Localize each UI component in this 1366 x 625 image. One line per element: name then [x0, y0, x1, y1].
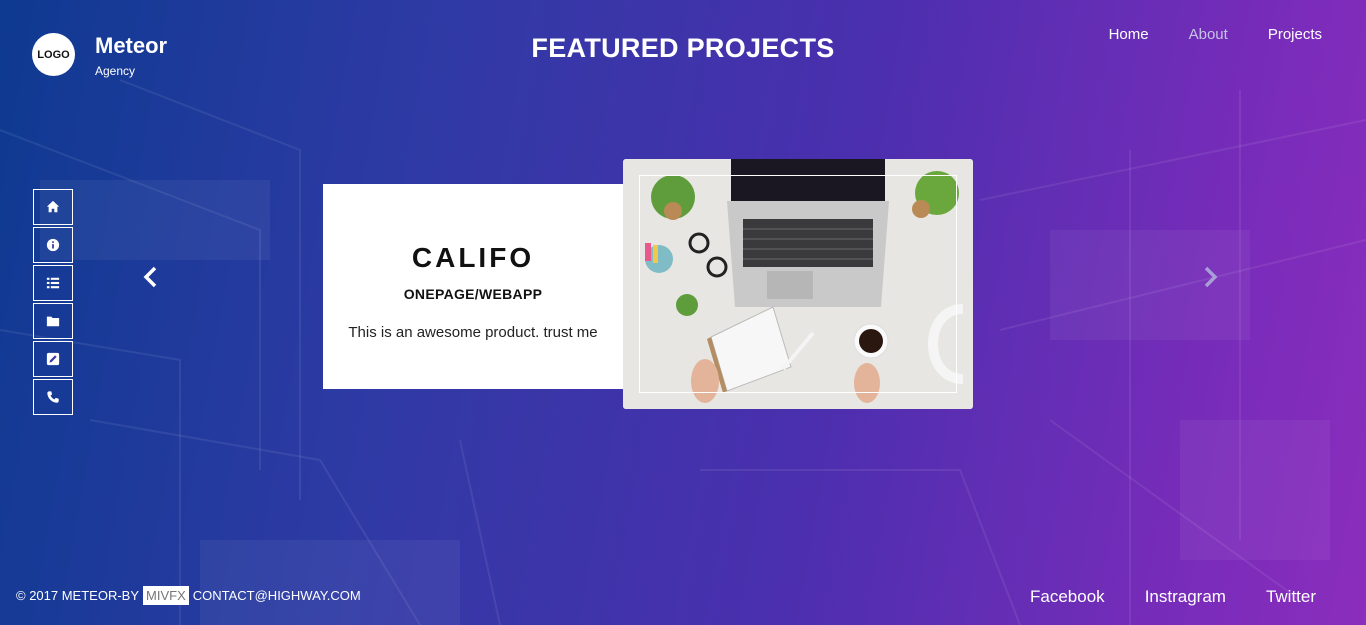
project-description: This is an awesome product. trust me	[348, 324, 598, 341]
footer-credits: © 2017 METEOR-BY MIVFX CONTACT@HIGHWAY.C…	[16, 586, 361, 605]
list-icon	[46, 277, 60, 289]
side-nav	[33, 189, 73, 417]
brand-tagline: Agency	[95, 64, 136, 78]
contact-email[interactable]: CONTACT@HIGHWAY.COM	[193, 588, 361, 603]
project-title: CALIFO	[411, 242, 535, 273]
project-card: CALIFO ONEPAGE/WEBAPP This is an awesome…	[323, 184, 623, 389]
social-links: Facebook Instragram Twitter	[990, 587, 1316, 607]
side-nav-list[interactable]	[33, 265, 73, 301]
carousel-next-button[interactable]	[1200, 266, 1220, 288]
project-image	[623, 159, 973, 409]
side-nav-folder[interactable]	[33, 303, 73, 339]
phone-icon	[47, 391, 59, 403]
nav-projects[interactable]: Projects	[1268, 26, 1322, 43]
chevron-left-icon	[143, 266, 157, 288]
side-nav-info[interactable]	[33, 227, 73, 263]
project-subtitle: ONEPAGE/WEBAPP	[403, 286, 543, 302]
edit-icon	[46, 352, 60, 366]
home-icon	[46, 200, 60, 213]
nav-about[interactable]: About	[1189, 26, 1228, 43]
folder-icon	[46, 316, 60, 327]
chevron-right-icon	[1204, 266, 1218, 288]
side-nav-phone[interactable]	[33, 379, 73, 415]
author-tag[interactable]: MIVFX	[143, 586, 189, 605]
top-nav: Home About Projects	[1069, 26, 1322, 43]
side-nav-home[interactable]	[33, 189, 73, 225]
twitter-link[interactable]: Twitter	[1266, 587, 1316, 607]
facebook-link[interactable]: Facebook	[1030, 587, 1105, 607]
copyright-text: © 2017 METEOR-BY	[16, 588, 140, 603]
carousel-prev-button[interactable]	[141, 266, 161, 288]
nav-home[interactable]: Home	[1109, 26, 1149, 43]
instagram-link[interactable]: Instragram	[1145, 587, 1226, 607]
info-icon	[46, 238, 60, 252]
side-nav-edit[interactable]	[33, 341, 73, 377]
photo-frame	[639, 175, 957, 393]
